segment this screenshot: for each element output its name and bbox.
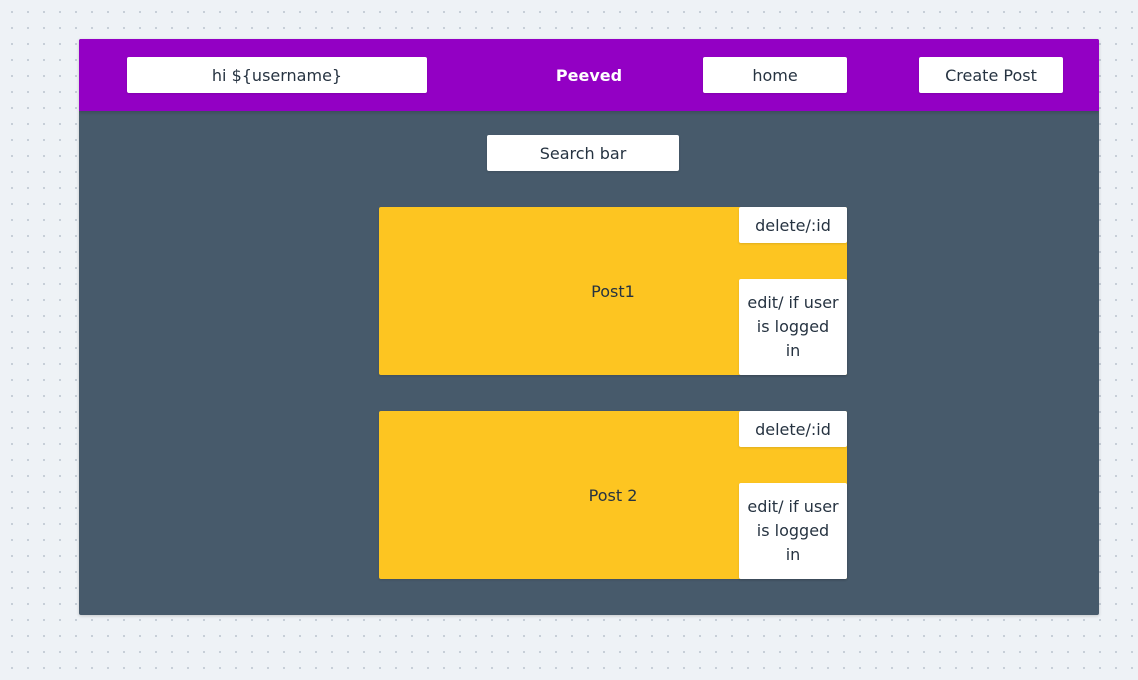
delete-post-button[interactable]: delete/:id [739, 207, 847, 243]
search-bar[interactable]: Search bar [487, 135, 679, 171]
app-wireframe: hi ${username} Peeved home Create Post S… [79, 39, 1099, 615]
user-greeting: hi ${username} [127, 57, 427, 93]
brand-title[interactable]: Peeved [539, 57, 639, 93]
edit-post-button[interactable]: edit/ if user is logged in [739, 483, 847, 579]
delete-post-button[interactable]: delete/:id [739, 411, 847, 447]
post-card[interactable]: Post 2 delete/:id edit/ if user is logge… [379, 411, 847, 579]
post-card[interactable]: Post1 delete/:id edit/ if user is logged… [379, 207, 847, 375]
create-post-button[interactable]: Create Post [919, 57, 1063, 93]
top-navbar: hi ${username} Peeved home Create Post [79, 39, 1099, 111]
home-button[interactable]: home [703, 57, 847, 93]
edit-post-button[interactable]: edit/ if user is logged in [739, 279, 847, 375]
